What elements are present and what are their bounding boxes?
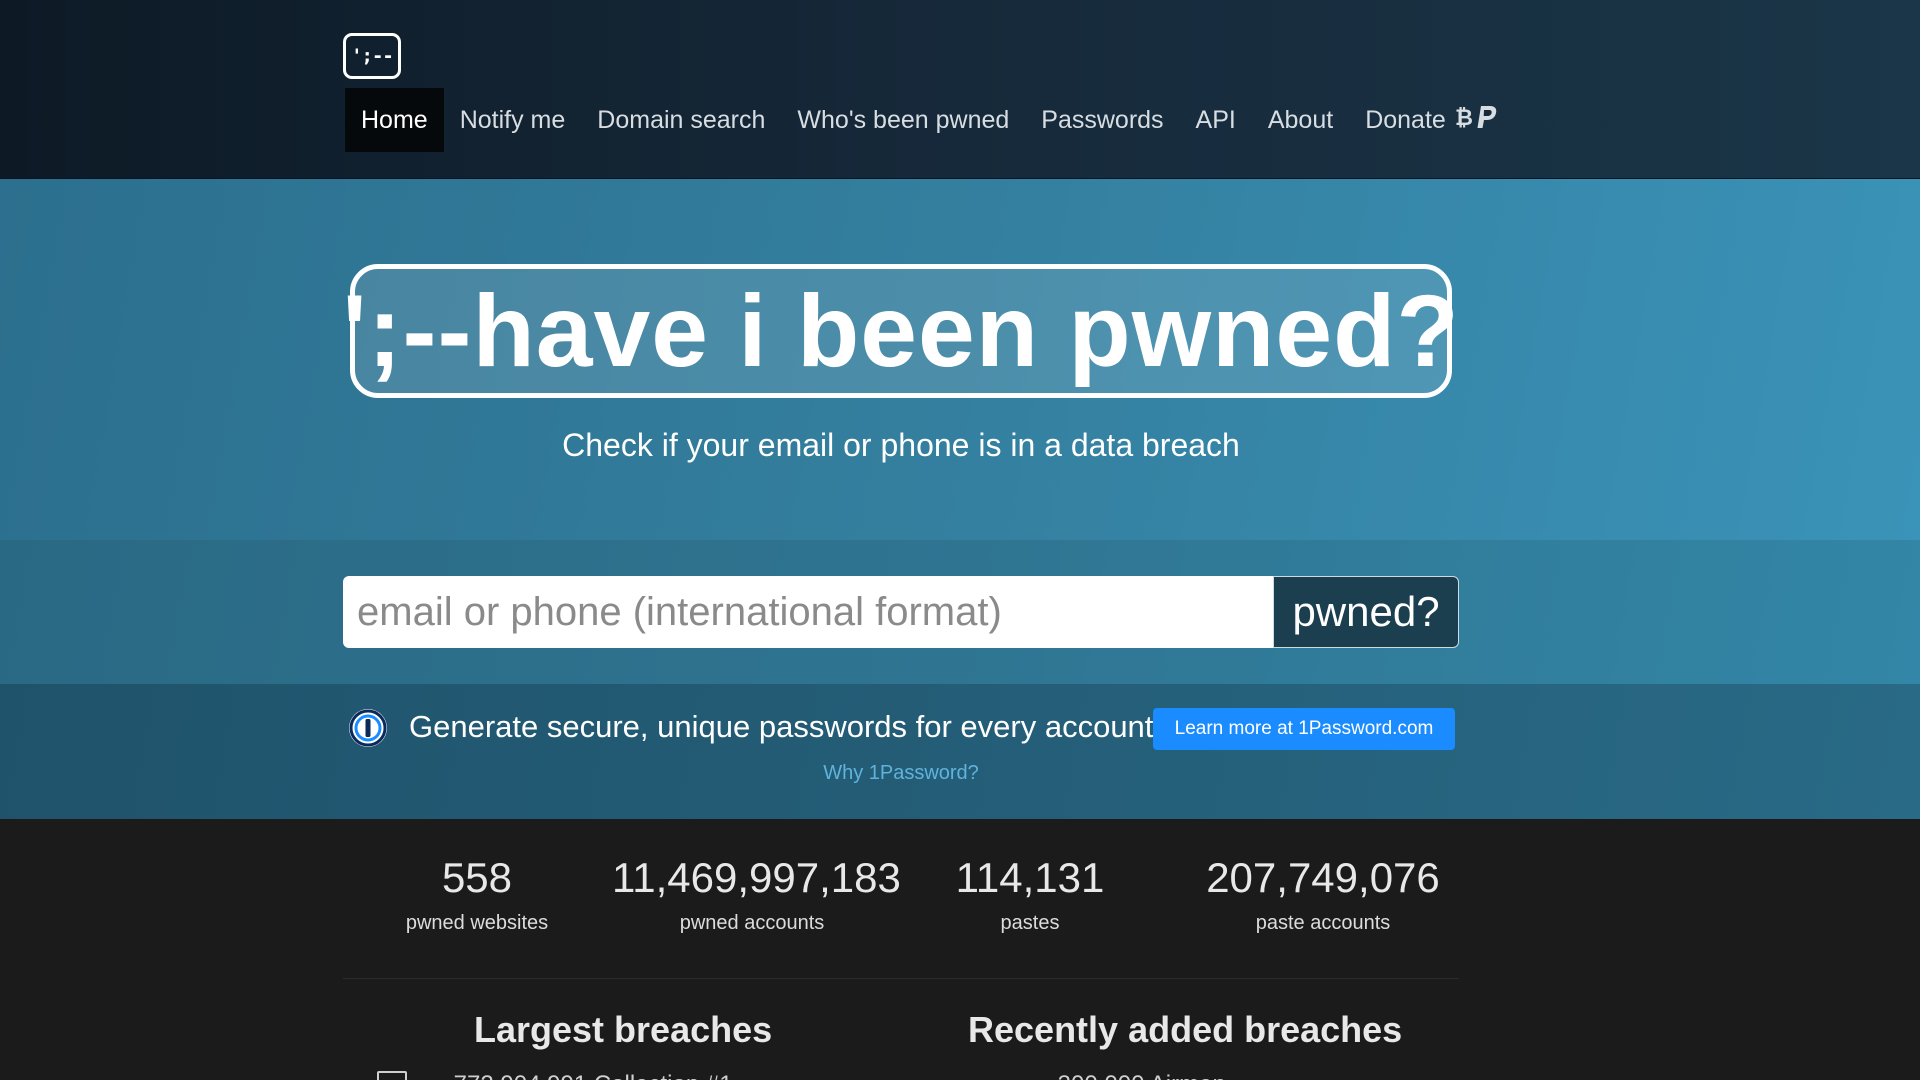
stat-value: 11,469,997,183 [612,854,901,901]
learn-more-1password-button[interactable]: Learn more at 1Password.com [1153,708,1455,750]
section-divider [343,978,1459,979]
nav-donate-label: Donate [1365,105,1446,134]
breach-name: Airman [1150,1071,1226,1080]
stat-pwned-accounts: 11,469,997,183 pwned accounts [612,854,901,935]
nav-domain-search[interactable]: Domain search [581,88,781,152]
site-logo[interactable]: ';-- [343,33,401,79]
hero-banner: ';--have i been pwned? Check if your ema… [0,179,1920,540]
document-icon [377,1071,407,1080]
nav-notify-me[interactable]: Notify me [444,88,582,152]
largest-breach-row[interactable]: 772,904,991 Collection #1 [377,1071,733,1080]
promo-text: Generate secure, unique passwords for ev… [409,709,1154,744]
hero-title: ';--have i been pwned? [342,264,1459,398]
nav-donate[interactable]: Donate ₿ [1349,88,1514,152]
bitcoin-icon: ₿ [1454,105,1473,136]
nav-home[interactable]: Home [345,88,444,152]
1password-icon [349,709,387,747]
breach-count: 300,000 [1058,1071,1145,1080]
stat-label: pwned websites [405,912,549,934]
email-search-input[interactable] [343,576,1274,648]
stat-value: 114,131 [955,854,1105,901]
why-1password-link[interactable]: Why 1Password? [0,762,1802,785]
stat-value: 207,749,076 [1206,854,1440,901]
stat-label: pastes [1000,912,1060,934]
pwned-search-button[interactable]: pwned? [1273,576,1459,648]
onepassword-promo: Generate secure, unique passwords for ev… [0,684,1920,819]
breach-name: Collection #1 [594,1071,733,1080]
stat-label: paste accounts [1255,912,1391,934]
main-nav: Home Notify me Domain search Who's been … [345,88,1514,152]
recent-breaches-title: Recently added breaches [968,1009,1403,1050]
recent-breach-row[interactable]: 300,000 Airman [925,1071,1226,1080]
stat-label: pwned accounts [679,912,825,934]
nav-about[interactable]: About [1252,88,1349,152]
stat-pwned-websites: 558 pwned websites [377,854,577,935]
stat-paste-accounts: 207,749,076 paste accounts [1193,854,1453,935]
search-section: pwned? [0,540,1920,684]
largest-breaches-title: Largest breaches [474,1009,773,1050]
breach-logo-icon [925,1071,995,1080]
breach-count: 772,904,991 [454,1071,587,1080]
nav-passwords[interactable]: Passwords [1025,88,1179,152]
svg-text:₿: ₿ [1455,106,1472,129]
stat-value: 558 [441,854,513,901]
donate-icons: ₿ [1454,104,1498,137]
nav-api[interactable]: API [1180,88,1252,152]
paypal-icon [1476,104,1498,137]
top-navigation-bar: ';-- Home Notify me Domain search Who's … [0,0,1920,179]
hero-subtitle: Check if your email or phone is in a dat… [562,427,1240,463]
nav-whos-been-pwned[interactable]: Who's been pwned [781,88,1025,152]
stats-section: 558 pwned websites 11,469,997,183 pwned … [0,819,1920,1080]
stat-pastes: 114,131 pastes [930,854,1130,935]
